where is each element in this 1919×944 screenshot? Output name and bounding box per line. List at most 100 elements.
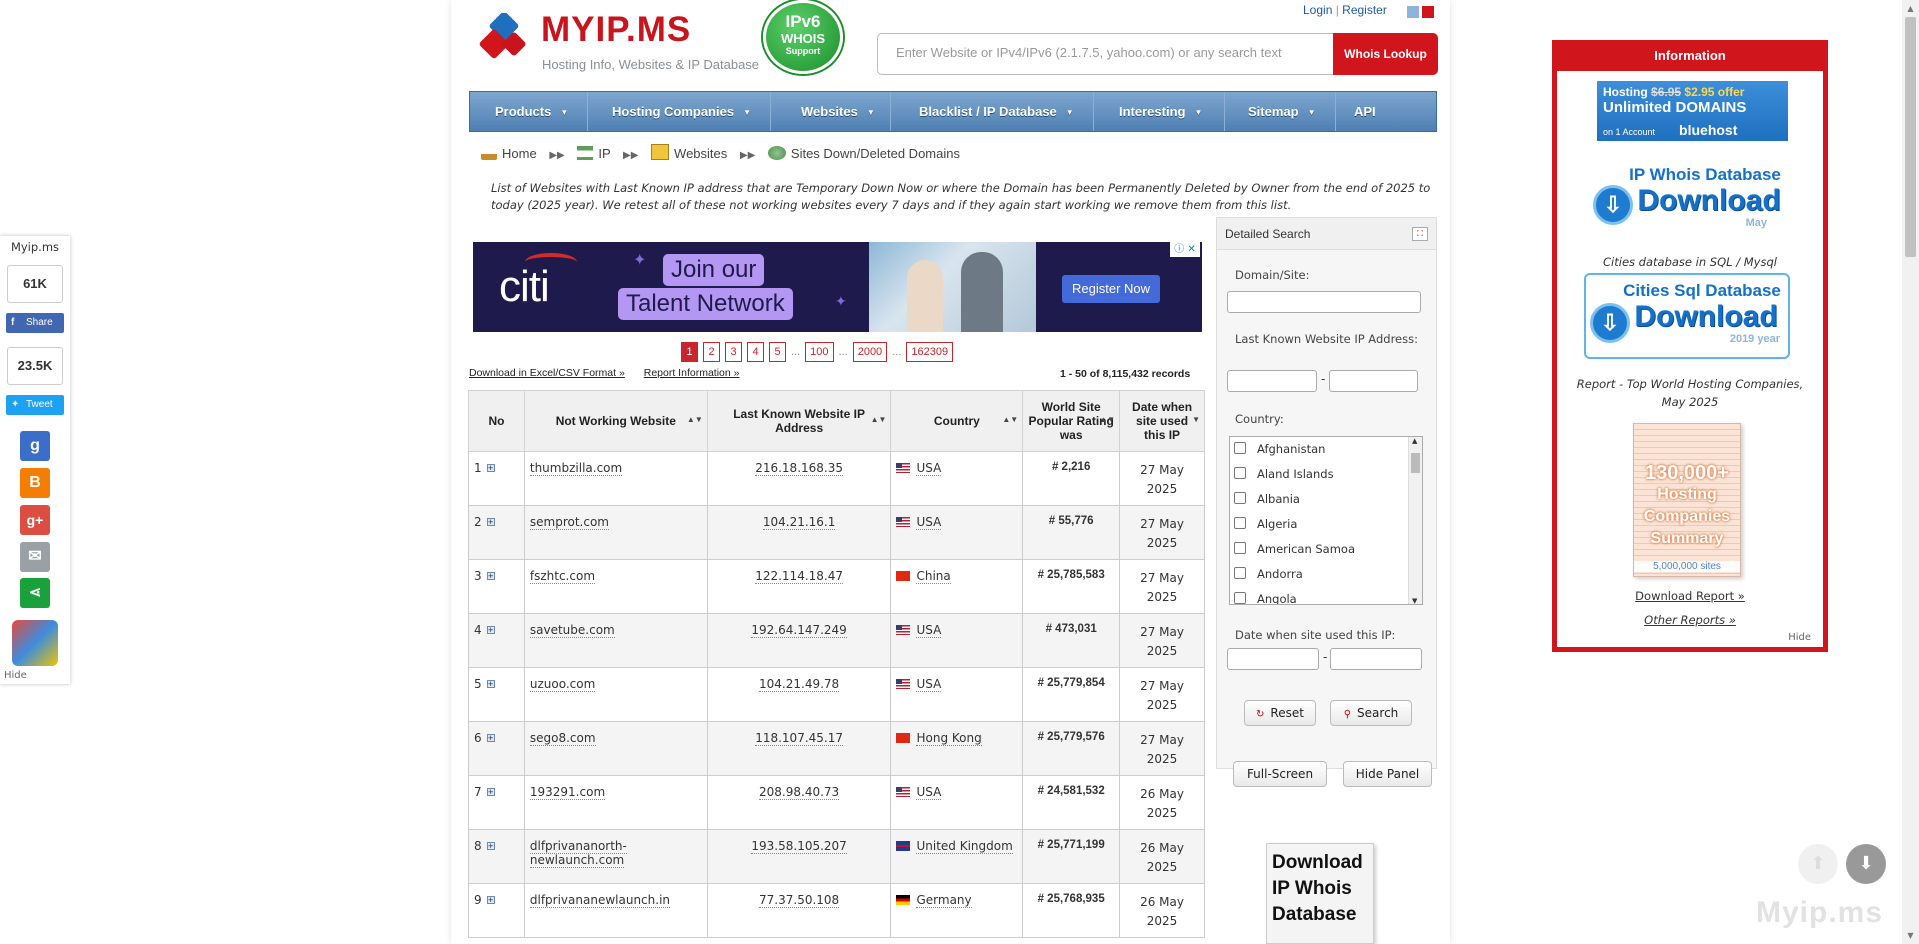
logo-icon[interactable] [479, 11, 531, 63]
country-link[interactable]: USA [916, 515, 942, 530]
nav-api[interactable]: API [1336, 92, 1402, 131]
ip-link[interactable]: 118.107.45.17 [755, 731, 843, 746]
page-link[interactable]: 4 [747, 342, 764, 362]
nav-hosting-companies[interactable]: Hosting Companies ▼ [588, 92, 771, 131]
advertisement-banner[interactable]: citi ✦ ✦ Join our Talent Network Registe… [473, 242, 1202, 332]
country-option[interactable]: Afghanistan [1230, 437, 1422, 462]
nav-websites[interactable]: Websites ▼ [771, 92, 891, 131]
ip-whois-database-download[interactable]: IP Whois Database Download May ⇩ [1589, 165, 1791, 231]
red-theme-icon[interactable] [1422, 6, 1434, 18]
download-excel-link[interactable]: Download in Excel/CSV Format » [469, 367, 625, 379]
website-link[interactable]: sego8.com [529, 731, 596, 746]
ad-choices-close-icon[interactable]: ⓘ ✕ [1170, 242, 1200, 257]
website-link[interactable]: 193291.com [529, 785, 606, 800]
ip-from-input[interactable] [1227, 370, 1317, 392]
date-to-input[interactable] [1330, 648, 1422, 670]
date-from-input[interactable] [1227, 648, 1319, 670]
country-link[interactable]: USA [916, 461, 942, 476]
page-link[interactable]: 2000 [852, 342, 888, 362]
page-link[interactable]: 2 [703, 342, 720, 362]
website-link[interactable]: semprot.com [529, 515, 609, 530]
hosting-report-image[interactable]: 130,000+ Hosting Companies Summary 5,000… [1633, 423, 1741, 577]
search-input[interactable]: Enter Website or IPv4/IPv6 (2.1.7.5, yah… [877, 33, 1334, 75]
other-reports-link[interactable]: Other Reports » [1557, 613, 1823, 627]
country-option[interactable]: Angola [1230, 587, 1422, 604]
share-bar-hide[interactable]: Hide [4, 670, 27, 681]
breadcrumb-websites[interactable]: Websites [674, 146, 727, 161]
ip-to-input[interactable] [1329, 370, 1418, 392]
country-link[interactable]: Germany [916, 893, 972, 908]
google-bookmark-icon[interactable]: g [20, 431, 50, 461]
expand-icon[interactable]: ⛶ [1412, 227, 1428, 241]
twitter-tweet-button[interactable]: ✦ Tweet [6, 395, 64, 415]
whois-lookup-button[interactable]: Whois Lookup [1333, 33, 1438, 75]
blue-theme-icon[interactable] [1407, 6, 1419, 18]
country-list[interactable]: Afghanistan Aland Islands Albania Algeri… [1229, 436, 1423, 605]
checkbox[interactable] [1234, 467, 1246, 479]
ad-register-button[interactable]: Register Now [1062, 275, 1160, 303]
expand-plus-icon[interactable]: + [486, 896, 495, 904]
login-link[interactable]: Login [1303, 3, 1332, 17]
breadcrumb-ip[interactable]: IP [598, 146, 610, 161]
ipv6-whois-badge[interactable]: IPv6 WHOIS Support [763, 0, 843, 74]
col-header-no[interactable]: No [468, 390, 525, 452]
country-list-scrollbar[interactable]: ▲ ▼ [1408, 437, 1422, 604]
ip-link[interactable]: 122.114.18.47 [755, 569, 843, 584]
page-link[interactable]: 162309 [906, 342, 954, 362]
checkbox[interactable] [1234, 517, 1246, 529]
scrollbar-thumb[interactable] [1905, 17, 1916, 257]
country-link[interactable]: USA [916, 785, 942, 800]
download-report-link[interactable]: Download Report » [1557, 589, 1823, 603]
ip-link[interactable]: 77.37.50.108 [759, 893, 840, 908]
country-option[interactable]: Andorra [1230, 562, 1422, 587]
scroll-down-icon[interactable]: ▼ [1412, 597, 1417, 604]
website-link[interactable]: fszhtc.com [529, 569, 596, 584]
nav-blacklist[interactable]: Blacklist / IP Database ▼ [891, 92, 1094, 131]
page-scrollbar[interactable]: ▲ ▼ [1902, 0, 1919, 944]
website-link[interactable]: dlfprivananewlaunch.in [529, 893, 671, 908]
fullscreen-button[interactable]: Full-Screen [1233, 761, 1327, 787]
expand-plus-icon[interactable]: + [486, 842, 495, 850]
checkbox[interactable] [1234, 442, 1246, 454]
checkbox[interactable] [1234, 542, 1246, 554]
country-option[interactable]: Albania [1230, 487, 1422, 512]
scroll-down-arrow-icon[interactable]: ▼ [1902, 927, 1919, 944]
ip-link[interactable]: 192.64.147.249 [751, 623, 847, 638]
scroll-up-icon[interactable]: ▲ [1412, 437, 1417, 445]
col-header-date[interactable]: Date when site used this IP ▼ [1119, 390, 1205, 452]
search-button[interactable]: ⚲ Search [1330, 700, 1412, 726]
nav-products[interactable]: Products ▼ [470, 92, 588, 131]
website-link[interactable]: dlfprivananorth-newlaunch.com [529, 839, 627, 868]
checkbox[interactable] [1234, 592, 1246, 604]
website-link[interactable]: uzuoo.com [529, 677, 596, 692]
checkbox[interactable] [1234, 567, 1246, 579]
expand-plus-icon[interactable]: + [486, 626, 495, 634]
col-header-rating[interactable]: World Site Popular Rating was ▲▼ [1022, 390, 1121, 452]
scroll-up-arrow-icon[interactable]: ▲ [1902, 0, 1919, 17]
country-link[interactable]: USA [916, 677, 942, 692]
email-icon[interactable]: ✉ [20, 542, 50, 572]
page-link[interactable]: 3 [725, 342, 742, 362]
expand-plus-icon[interactable]: + [486, 464, 495, 472]
expand-plus-icon[interactable]: + [486, 518, 495, 526]
report-information-link[interactable]: Report Information » [644, 367, 740, 379]
scroll-up-icon[interactable]: ⬆ [1798, 844, 1838, 884]
domain-input[interactable] [1227, 291, 1421, 313]
col-header-website[interactable]: Not Working Website ▲▼ [523, 390, 708, 452]
download-ip-whois-database-image[interactable]: Download IP Whois Database [1266, 843, 1374, 944]
ip-link[interactable]: 104.21.49.78 [759, 677, 840, 692]
hide-panel-button[interactable]: Hide Panel [1343, 761, 1432, 787]
ip-link[interactable]: 104.21.16.1 [762, 515, 836, 530]
website-link[interactable]: savetube.com [529, 623, 615, 638]
page-link[interactable]: 5 [769, 342, 786, 362]
cities-sql-database-download[interactable]: Cities Sql Database Download 2019 year ⇩ [1584, 273, 1790, 359]
share-icon[interactable]: ⋖ [20, 578, 50, 608]
country-link[interactable]: Hong Kong [916, 731, 982, 746]
register-link[interactable]: Register [1342, 3, 1387, 17]
blogger-icon[interactable]: B [20, 468, 50, 498]
website-link[interactable]: thumbzilla.com [529, 461, 623, 476]
bluehost-ad[interactable]: Hosting $6.95 $2.95 offer Unlimited DOMA… [1597, 81, 1788, 141]
country-link[interactable]: United Kingdom [916, 839, 1013, 854]
checkbox[interactable] [1234, 492, 1246, 504]
country-option[interactable]: Algeria [1230, 512, 1422, 537]
